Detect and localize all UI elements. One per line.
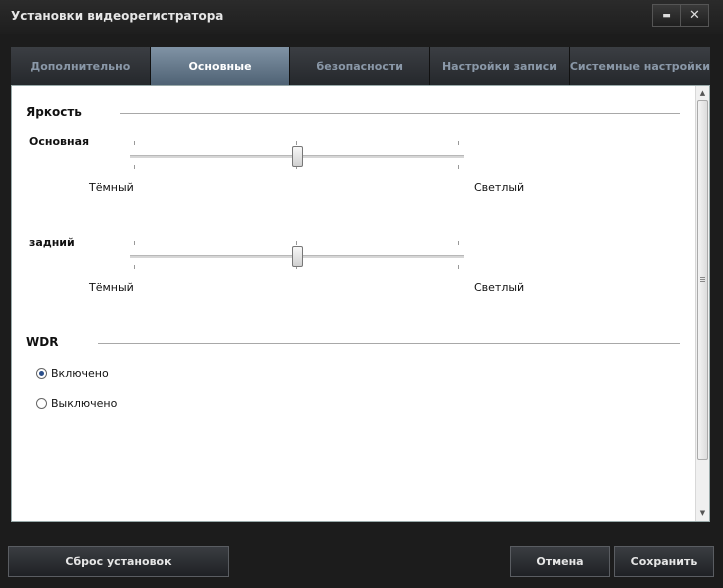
- main-brightness-max-label: Светлый: [474, 181, 525, 194]
- brightness-divider: [120, 113, 680, 114]
- wdr-on-label: Включено: [51, 367, 109, 380]
- wdr-off-option[interactable]: Выключено: [36, 397, 117, 410]
- wdr-divider: [98, 343, 680, 344]
- back-brightness-min-label: Тёмный: [89, 281, 134, 294]
- wdr-on-radio[interactable]: [36, 368, 47, 379]
- scroll-down-icon[interactable]: ▼: [696, 507, 709, 519]
- tab-content: Яркость Основная Тёмный Светлый задний Т…: [11, 85, 710, 522]
- window-title: Установки видеорегистратора: [11, 9, 224, 23]
- back-brightness-label: задний: [29, 236, 75, 249]
- vertical-scrollbar[interactable]: ▲ ▼: [695, 86, 709, 521]
- back-brightness-thumb[interactable]: [292, 246, 303, 267]
- wdr-off-label: Выключено: [51, 397, 118, 410]
- back-brightness-max-label: Светлый: [474, 281, 525, 294]
- reset-settings-button[interactable]: Сброс установок: [8, 546, 229, 577]
- main-brightness-slider[interactable]: [130, 138, 464, 169]
- tab-additional[interactable]: Дополнительно: [11, 47, 151, 85]
- tab-bar: Дополнительно Основные безопасности Наст…: [11, 47, 711, 85]
- tab-main[interactable]: Основные: [150, 47, 291, 85]
- wdr-off-radio[interactable]: [36, 398, 47, 409]
- brightness-section-title: Яркость: [26, 105, 82, 119]
- wdr-on-option[interactable]: Включено: [36, 367, 109, 380]
- close-button[interactable]: ✕: [680, 4, 709, 27]
- main-brightness-min-label: Тёмный: [89, 181, 134, 194]
- scrollbar-thumb[interactable]: [697, 100, 708, 460]
- main-brightness-thumb[interactable]: [292, 146, 303, 167]
- minimize-button[interactable]: ▬: [652, 4, 681, 27]
- scroll-up-icon[interactable]: ▲: [696, 87, 709, 99]
- title-bar: Установки видеорегистратора ▬ ✕: [0, 0, 723, 34]
- main-brightness-label: Основная: [29, 135, 90, 148]
- save-button[interactable]: Сохранить: [614, 546, 714, 577]
- tab-security[interactable]: безопасности: [290, 47, 431, 85]
- cancel-button[interactable]: Отмена: [510, 546, 610, 577]
- settings-panel: Дополнительно Основные безопасности Наст…: [11, 47, 711, 522]
- wdr-section-title: WDR: [26, 335, 59, 349]
- tab-recording-settings[interactable]: Настройки записи: [430, 47, 570, 85]
- back-brightness-slider[interactable]: [130, 238, 464, 269]
- tab-system-settings[interactable]: Системные настройки: [569, 47, 711, 85]
